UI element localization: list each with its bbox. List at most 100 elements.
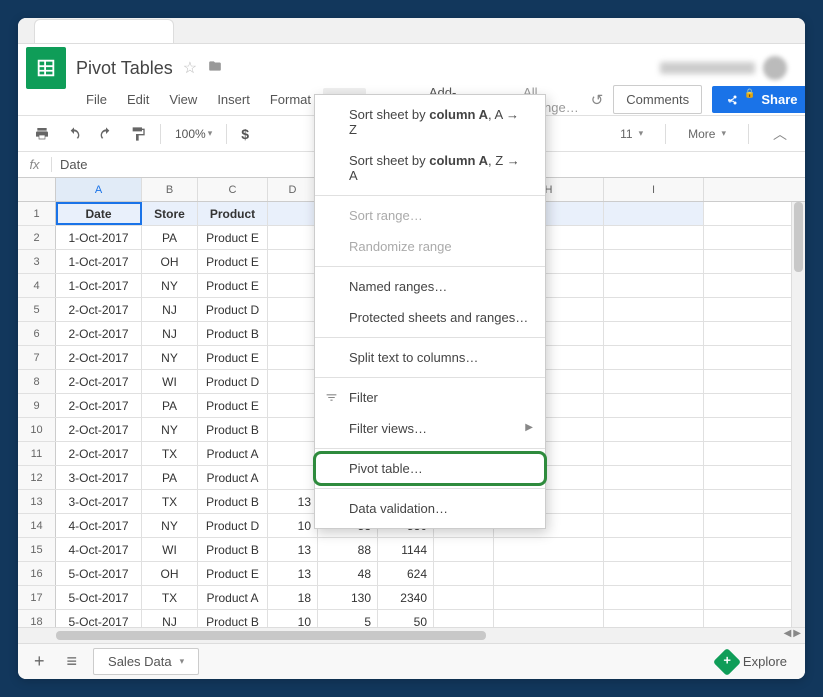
cell[interactable] bbox=[268, 370, 318, 393]
cell[interactable] bbox=[268, 442, 318, 465]
row-header[interactable]: 9 bbox=[18, 394, 56, 417]
cell[interactable]: Product E bbox=[198, 274, 268, 297]
collapse-toolbar-icon[interactable]: ︿ bbox=[765, 120, 795, 148]
cell[interactable] bbox=[268, 418, 318, 441]
sheets-logo-icon[interactable] bbox=[26, 47, 66, 89]
cell[interactable]: TX bbox=[142, 586, 198, 609]
cell[interactable] bbox=[268, 322, 318, 345]
menu-view[interactable]: View bbox=[161, 88, 205, 111]
cell[interactable] bbox=[604, 514, 704, 537]
document-title[interactable]: Pivot Tables bbox=[76, 58, 173, 79]
header-cell[interactable] bbox=[268, 202, 318, 225]
avatar[interactable] bbox=[763, 56, 787, 80]
cell[interactable] bbox=[604, 346, 704, 369]
cell[interactable]: 18 bbox=[268, 586, 318, 609]
folder-icon[interactable] bbox=[207, 59, 223, 78]
cell[interactable]: Product B bbox=[198, 538, 268, 561]
redo-icon[interactable] bbox=[92, 122, 120, 146]
cell[interactable]: 2-Oct-2017 bbox=[56, 370, 142, 393]
cell[interactable]: PA bbox=[142, 466, 198, 489]
cell[interactable]: 5 bbox=[318, 610, 378, 627]
row-header[interactable]: 1 bbox=[18, 202, 56, 225]
menu-protected-sheets[interactable]: Protected sheets and ranges… bbox=[315, 302, 545, 333]
cell[interactable] bbox=[268, 226, 318, 249]
cell[interactable]: Product B bbox=[198, 418, 268, 441]
cell[interactable]: NY bbox=[142, 274, 198, 297]
menu-split-text[interactable]: Split text to columns… bbox=[315, 342, 545, 373]
cell[interactable]: NJ bbox=[142, 298, 198, 321]
cell[interactable]: TX bbox=[142, 490, 198, 513]
row-header[interactable]: 7 bbox=[18, 346, 56, 369]
cell[interactable]: Product A bbox=[198, 466, 268, 489]
cell[interactable]: Product E bbox=[198, 562, 268, 585]
menu-edit[interactable]: Edit bbox=[119, 88, 157, 111]
header-cell[interactable]: Date bbox=[56, 202, 142, 225]
cell[interactable]: PA bbox=[142, 394, 198, 417]
cell[interactable]: 2-Oct-2017 bbox=[56, 346, 142, 369]
cell[interactable]: Product A bbox=[198, 586, 268, 609]
cell[interactable]: PA bbox=[142, 226, 198, 249]
menu-filter[interactable]: Filter bbox=[315, 382, 545, 413]
row-header[interactable]: 2 bbox=[18, 226, 56, 249]
cell[interactable]: Product D bbox=[198, 370, 268, 393]
menu-format[interactable]: Format bbox=[262, 88, 319, 111]
row-header[interactable]: 3 bbox=[18, 250, 56, 273]
cell[interactable]: Product B bbox=[198, 610, 268, 627]
row-header[interactable]: 15 bbox=[18, 538, 56, 561]
cell[interactable] bbox=[434, 562, 494, 585]
cell[interactable] bbox=[604, 538, 704, 561]
font-size-selector[interactable]: 11▾ bbox=[614, 123, 649, 145]
cell[interactable]: 88 bbox=[318, 538, 378, 561]
menu-data-validation[interactable]: Data validation… bbox=[315, 493, 545, 524]
cell[interactable] bbox=[604, 466, 704, 489]
row-header[interactable]: 8 bbox=[18, 370, 56, 393]
cell[interactable]: 48 bbox=[318, 562, 378, 585]
cell[interactable] bbox=[434, 610, 494, 627]
cell[interactable]: 13 bbox=[268, 562, 318, 585]
cell[interactable]: 5-Oct-2017 bbox=[56, 586, 142, 609]
row-header[interactable]: 5 bbox=[18, 298, 56, 321]
row-header[interactable]: 14 bbox=[18, 514, 56, 537]
cell[interactable]: WI bbox=[142, 370, 198, 393]
sheet-tab-menu-icon[interactable]: ▾ bbox=[180, 656, 185, 667]
cell[interactable] bbox=[268, 394, 318, 417]
menu-insert[interactable]: Insert bbox=[209, 88, 258, 111]
cell[interactable] bbox=[434, 538, 494, 561]
cell[interactable]: 10 bbox=[268, 610, 318, 627]
cell[interactable]: 1144 bbox=[378, 538, 434, 561]
cell[interactable]: OH bbox=[142, 562, 198, 585]
cell[interactable]: NY bbox=[142, 514, 198, 537]
row-header[interactable]: 18 bbox=[18, 610, 56, 627]
cell[interactable]: NJ bbox=[142, 322, 198, 345]
cell[interactable]: Product B bbox=[198, 490, 268, 513]
row-header[interactable]: 10 bbox=[18, 418, 56, 441]
row-header[interactable]: 11 bbox=[18, 442, 56, 465]
v-scroll-thumb[interactable] bbox=[794, 202, 803, 272]
cell[interactable]: 5-Oct-2017 bbox=[56, 562, 142, 585]
cell[interactable]: 5-Oct-2017 bbox=[56, 610, 142, 627]
cell[interactable]: NY bbox=[142, 346, 198, 369]
cell[interactable] bbox=[604, 226, 704, 249]
cell[interactable]: 4-Oct-2017 bbox=[56, 514, 142, 537]
menu-pivot-table[interactable]: Pivot table… bbox=[315, 453, 545, 484]
history-icon[interactable]: ↺ bbox=[591, 91, 604, 109]
row-header[interactable]: 16 bbox=[18, 562, 56, 585]
share-button[interactable]: 🔒 Share bbox=[712, 86, 805, 113]
row-header[interactable]: 17 bbox=[18, 586, 56, 609]
cell[interactable]: 1-Oct-2017 bbox=[56, 250, 142, 273]
cell[interactable] bbox=[604, 562, 704, 585]
cell[interactable] bbox=[604, 298, 704, 321]
cell[interactable] bbox=[268, 250, 318, 273]
col-header[interactable]: A bbox=[56, 178, 142, 201]
cell[interactable] bbox=[604, 610, 704, 627]
menu-sort-az[interactable]: Sort sheet by column A, A → Z bbox=[315, 99, 545, 145]
cell[interactable]: 624 bbox=[378, 562, 434, 585]
cell[interactable]: NY bbox=[142, 418, 198, 441]
paint-format-icon[interactable] bbox=[124, 122, 152, 146]
cell[interactable] bbox=[268, 298, 318, 321]
select-all-corner[interactable] bbox=[18, 178, 56, 201]
cell[interactable] bbox=[268, 346, 318, 369]
all-sheets-button[interactable]: ≡ bbox=[61, 647, 84, 676]
menu-named-ranges[interactable]: Named ranges… bbox=[315, 271, 545, 302]
cell[interactable] bbox=[604, 490, 704, 513]
